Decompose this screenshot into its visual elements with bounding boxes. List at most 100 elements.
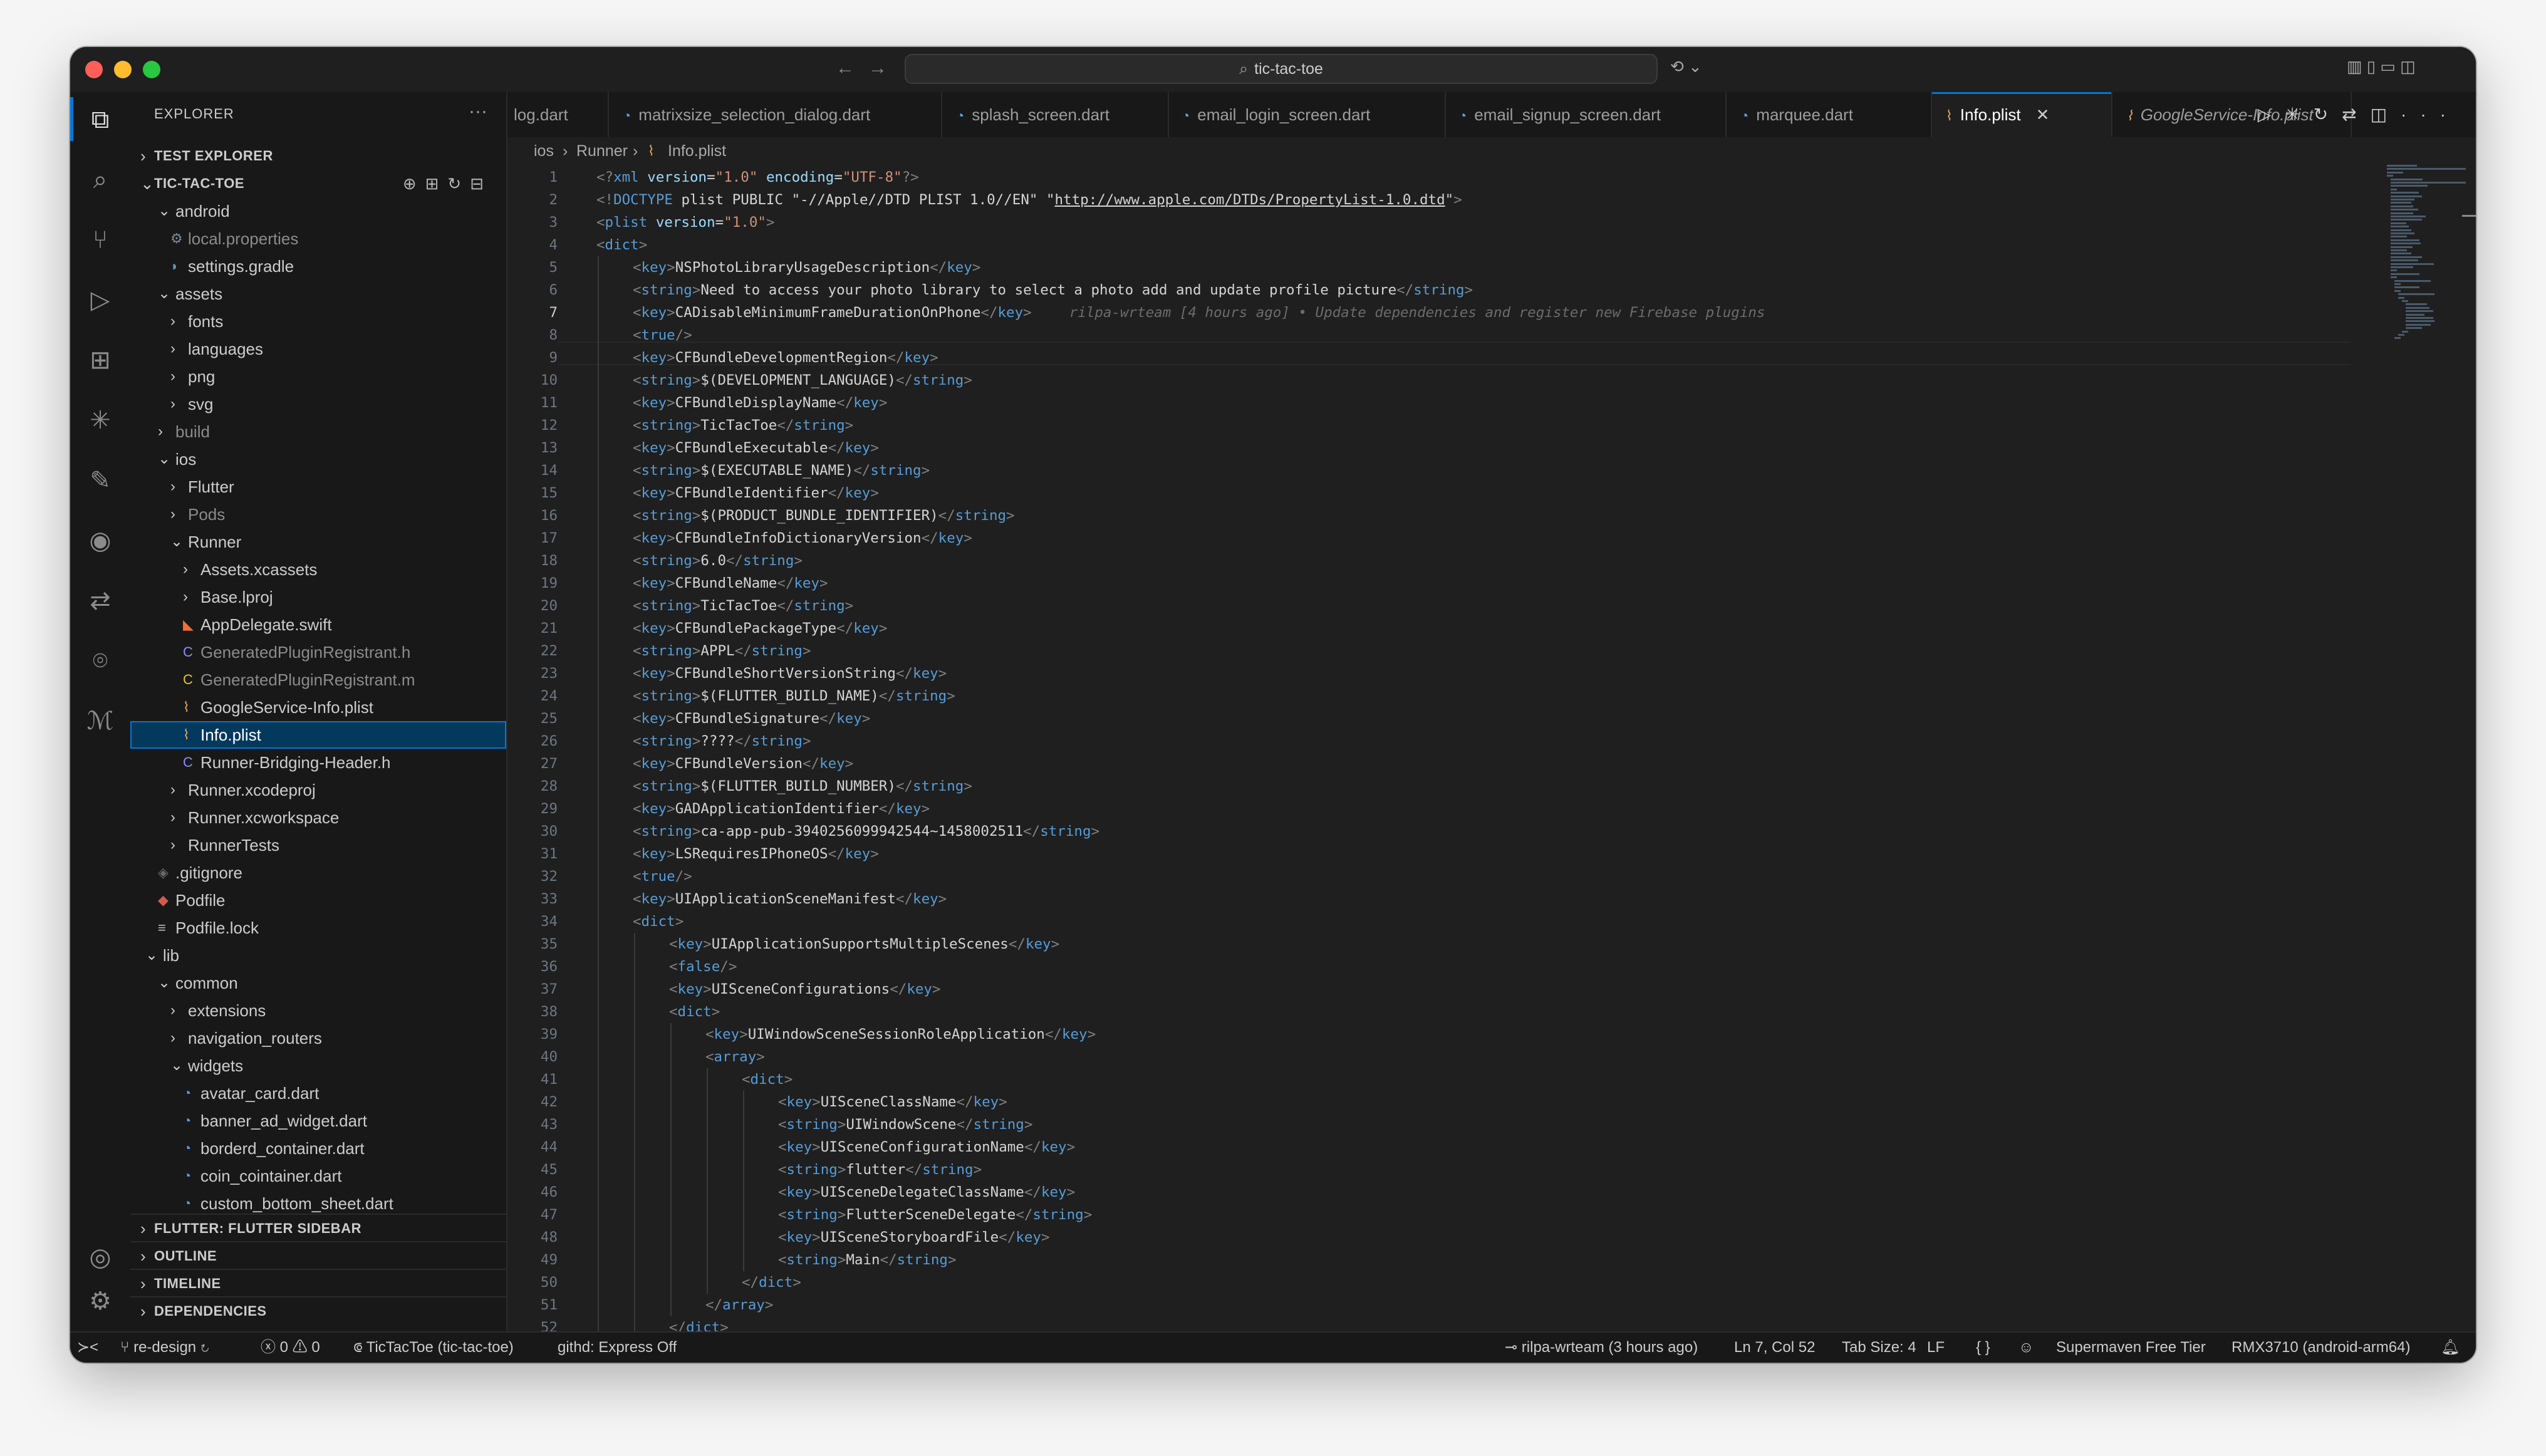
timeline-section[interactable]: › TIMELINE (130, 1269, 506, 1297)
eol[interactable]: LF (1927, 1333, 1945, 1363)
remote-indicator-icon[interactable]: ≻< (70, 1333, 105, 1363)
remote-explorer-icon[interactable]: ⇄ (70, 582, 130, 620)
device-status[interactable]: RMX3710 (android-arm64) (2232, 1333, 2410, 1363)
language-mode[interactable]: { } (1976, 1333, 1990, 1363)
editor-actions[interactable]: ▷✳↻⇄◫··· (2258, 92, 2460, 137)
tree-item[interactable]: ⌄ lib (130, 942, 506, 969)
branch-status[interactable]: ⑂ re-design ↻ (120, 1333, 209, 1363)
copilot-sparkle-icon[interactable]: ✳ (70, 402, 130, 439)
tree-item[interactable]: › languages (130, 335, 506, 363)
tree-item[interactable]: ⌄ assets (130, 280, 506, 308)
chevron-down-icon: ⌄ (170, 1057, 184, 1074)
tree-item-label: Runner (188, 533, 242, 551)
githd-status[interactable]: githd: Express Off (558, 1333, 677, 1363)
editor-tab[interactable]: ◔ marquee.dart (1727, 92, 1931, 137)
account-icon[interactable]: ◎ (70, 1239, 130, 1276)
tree-item[interactable]: › Runner.xcworkspace (130, 804, 506, 831)
breadcrumb-info-plist[interactable]: Info.plist (668, 137, 726, 165)
minimap-line (2391, 216, 2426, 217)
settings-gear-icon[interactable]: ⚙ (70, 1282, 130, 1320)
tree-item[interactable]: › Runner.xcodeproj (130, 776, 506, 804)
layout-toggle-icons[interactable]: ▥ ▯ ▭ ◫ (2347, 57, 2416, 76)
tree-item[interactable]: ◔ borderd_container.dart (130, 1135, 506, 1162)
line-number: 39 (540, 1026, 558, 1043)
outline-section[interactable]: › OUTLINE (130, 1241, 506, 1270)
tree-item[interactable]: ⌄ common (130, 969, 506, 997)
breadcrumb-ios[interactable]: ios (534, 137, 554, 165)
dependencies-section[interactable]: › DEPENDENCIES (130, 1296, 506, 1325)
tree-item[interactable]: ◈ .gitignore (130, 859, 506, 887)
run-debug-icon[interactable]: ▷ (70, 281, 130, 319)
tree-item[interactable]: ⌇ Info.plist (130, 721, 506, 749)
back-arrow-icon[interactable]: ← (836, 56, 855, 81)
tree-item[interactable]: › navigation_routers (130, 1024, 506, 1052)
code-line: <false/> (669, 959, 737, 975)
preview-icon[interactable]: ◉ (70, 522, 130, 559)
tree-item[interactable]: ◗ settings.gradle (130, 252, 506, 280)
copilot-status-icon[interactable]: ☺ (2019, 1333, 2034, 1363)
minimize-window-button[interactable] (114, 61, 132, 78)
tree-item[interactable]: ⚙ local.properties (130, 225, 506, 252)
tree-item[interactable]: › Flutter (130, 473, 506, 501)
blame-status[interactable]: ⊸ rilpa-wrteam (3 hours ago) (1505, 1333, 1698, 1363)
project-section[interactable]: ⌄ TIC-TAC-TOE ⊕⊞↻⊟ (130, 170, 506, 197)
minimap[interactable] (2384, 165, 2472, 365)
tree-item[interactable]: C Runner-Bridging-Header.h (130, 749, 506, 776)
tree-item[interactable]: › png (130, 363, 506, 390)
tree-item[interactable]: › Assets.xcassets (130, 556, 506, 583)
flutter-project-status[interactable]: ⟃ TicTacToe (tic-tac-toe) (353, 1333, 514, 1363)
tree-item[interactable]: › svg (130, 390, 506, 418)
close-window-button[interactable] (85, 61, 103, 78)
extensions-icon[interactable]: ⊞ (70, 341, 130, 379)
analytics-icon[interactable]: ℳ (70, 702, 130, 740)
editor-tab[interactable]: ⌇ Info.plist ✕ (1932, 92, 2111, 137)
command-center-search[interactable]: ⌕ tic-tac-toe (905, 54, 1658, 84)
tree-item[interactable]: ⌇ GoogleService-Info.plist (130, 694, 506, 721)
project-actions[interactable]: ⊕⊞↻⊟ (403, 170, 492, 197)
source-control-icon[interactable]: ⑂ (70, 221, 130, 259)
copilot-icon[interactable]: ⟲ ⌄ (1670, 57, 1702, 76)
more-actions-icon[interactable]: ··· (469, 101, 487, 122)
cursor-position[interactable]: Ln 7, Col 52 (1734, 1333, 1815, 1363)
tree-item[interactable]: › Pods (130, 501, 506, 528)
pen-icon[interactable]: ✎ (70, 462, 130, 499)
editor-tab[interactable]: ◔ email_signup_screen.dart (1445, 92, 1725, 137)
zoom-window-button[interactable] (143, 61, 160, 78)
close-tab-icon[interactable]: ✕ (2036, 105, 2050, 124)
tree-item[interactable]: ⌄ widgets (130, 1052, 506, 1079)
tree-item[interactable]: C GeneratedPluginRegistrant.m (130, 666, 506, 694)
tree-item[interactable]: › Base.lproj (130, 583, 506, 611)
tree-item[interactable]: ◔ avatar_card.dart (130, 1079, 506, 1107)
tree-item[interactable]: ◔ banner_ad_widget.dart (130, 1107, 506, 1135)
tree-item[interactable]: ⌄ Runner (130, 528, 506, 556)
editor-tab[interactable]: ◔ email_login_screen.dart (1168, 92, 1445, 137)
tree-item[interactable]: ◣ AppDelegate.swift (130, 611, 506, 638)
breadcrumb-runner[interactable]: Runner (576, 137, 628, 165)
breadcrumb: ios › Runner › ⌇ Info.plist (507, 137, 2476, 165)
explorer-icon[interactable]: ⧉ (70, 101, 130, 138)
editor-tab[interactable]: log.dart (507, 92, 608, 137)
tree-item[interactable]: ◔ coin_cointainer.dart (130, 1162, 506, 1190)
tree-item[interactable]: › extensions (130, 997, 506, 1024)
notifications-bell-icon[interactable]: 🔔︎ (2441, 1333, 2460, 1363)
tree-item[interactable]: ≡ Podfile.lock (130, 914, 506, 942)
editor-tab[interactable]: ◔ splash_screen.dart (942, 92, 1168, 137)
tab-size[interactable]: Tab Size: 4 (1842, 1333, 1916, 1363)
tree-item[interactable]: › fonts (130, 308, 506, 335)
supermaven-status[interactable]: Supermaven Free Tier (2056, 1333, 2206, 1363)
testing-icon[interactable]: ⌾ (70, 642, 130, 680)
tree-item[interactable]: › build (130, 418, 506, 445)
tree-item[interactable]: ⌄ android (130, 197, 506, 225)
forward-arrow-icon[interactable]: → (868, 56, 887, 81)
tree-item[interactable]: C GeneratedPluginRegistrant.h (130, 638, 506, 666)
test-explorer-section[interactable]: › TEST EXPLORER (130, 142, 506, 170)
code-editor[interactable]: 1 <?xml version="1.0" encoding="UTF-8"?> 2… (507, 165, 2476, 1331)
tree-item[interactable]: › RunnerTests (130, 831, 506, 859)
tree-item[interactable]: ◆ Podfile (130, 887, 506, 914)
editor-tab[interactable]: ◔ matrixsize_selection_dialog.dart (609, 92, 941, 137)
flutter-sidebar-section[interactable]: › FLUTTER: FLUTTER SIDEBAR (130, 1214, 506, 1242)
search-view-icon[interactable]: ⌕ (70, 161, 130, 199)
problems-status[interactable]: ⓧ 0 ⚠ 0 (261, 1333, 320, 1363)
tree-item[interactable]: ⌄ ios (130, 445, 506, 473)
minimap-line (2391, 209, 2418, 211)
